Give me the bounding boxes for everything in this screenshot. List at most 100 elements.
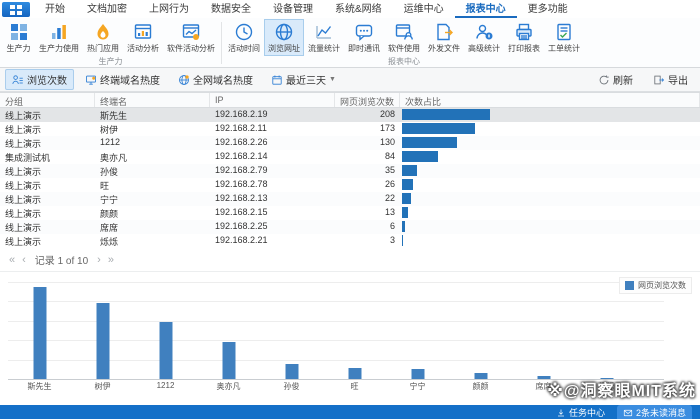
refresh-icon (598, 74, 610, 86)
menu-tab-报表中心[interactable]: 报表中心 (455, 0, 517, 18)
table-row[interactable]: 线上演示宁宁192.168.2.1322 (0, 192, 700, 206)
ribbon-item-label: 工单统计 (548, 43, 580, 54)
percentage-bar (402, 123, 475, 134)
cell-percentage-bar (400, 108, 700, 122)
menu-tab-上网行为[interactable]: 上网行为 (138, 0, 200, 18)
ribbon-item-热门应用[interactable]: 热门应用 (83, 19, 123, 56)
column-header-IP[interactable]: IP (210, 93, 335, 107)
pager-first-button[interactable]: « (7, 254, 17, 266)
ribbon-item-生产力使用[interactable]: 生产力使用 (35, 19, 83, 56)
grid-icon (9, 22, 29, 42)
cell-group: 线上演示 (0, 108, 95, 122)
ribbon-item-label: 高级统计 (468, 43, 500, 54)
chart-x-tick-label: 斯先生 (8, 381, 71, 392)
ribbon-item-即时通讯[interactable]: 即时通讯 (344, 19, 384, 56)
chart-bar (222, 342, 235, 379)
table-row[interactable]: 线上演示旺192.168.2.7826 (0, 178, 700, 192)
cell-name: 席席 (95, 220, 210, 234)
ribbon-item-浏览网址[interactable]: 浏览网址 (264, 19, 304, 56)
menu-tab-更多功能[interactable]: 更多功能 (517, 0, 579, 18)
ribbon-item-流量统计[interactable]: 流量统计 (304, 19, 344, 56)
ribbon-separator (221, 22, 222, 64)
ribbon-item-活动分析[interactable]: 活动分析 (123, 19, 163, 56)
table-row[interactable]: 线上演示斯先生192.168.2.19208 (0, 108, 700, 122)
mail-icon (623, 408, 633, 418)
table-row[interactable]: 线上演示烁烁192.168.2.213 (0, 234, 700, 248)
download-icon (556, 408, 566, 418)
table-row[interactable]: 线上演示颜颜192.168.2.1513 (0, 206, 700, 220)
ribbon-item-生产力[interactable]: 生产力 (2, 19, 35, 56)
unread-messages-button[interactable]: 2条未读消息 (617, 405, 692, 419)
cell-ip: 192.168.2.14 (210, 150, 335, 164)
chart-x-tick-label: 1212 (134, 381, 197, 392)
chart-bar (474, 373, 487, 379)
cell-group: 线上演示 (0, 178, 95, 192)
chat-icon (354, 22, 374, 42)
action-label: 刷新 (613, 72, 633, 87)
cell-group: 线上演示 (0, 192, 95, 206)
table-row[interactable]: 集成测试机奥亦凡192.168.2.1484 (0, 150, 700, 164)
filter-button-最近三天[interactable]: 最近三天▼ (264, 69, 343, 90)
menu-tab-设备管理[interactable]: 设备管理 (262, 0, 324, 18)
cell-percentage-bar (400, 234, 700, 248)
menu-tab-开始[interactable]: 开始 (34, 0, 76, 18)
ribbon-item-打印报表[interactable]: 打印报表 (504, 19, 544, 56)
cell-percentage-bar (400, 206, 700, 220)
ribbon-item-高级统计[interactable]: >高级统计 (464, 19, 504, 56)
cell-percentage-bar (400, 150, 700, 164)
column-header-分组[interactable]: 分组 (0, 93, 95, 107)
filter-button-全网域名热度[interactable]: 全网域名热度 (171, 69, 260, 90)
software-analysis-icon (181, 22, 201, 42)
task-center-button[interactable]: 任务中心 (556, 406, 605, 419)
ribbon-item-活动时间[interactable]: 活动时间 (224, 19, 264, 56)
pager-next-button[interactable]: › (95, 254, 103, 266)
ribbon-item-label: 流量统计 (308, 43, 340, 54)
percentage-bar (402, 207, 408, 218)
cell-ip: 192.168.2.19 (210, 108, 335, 122)
table-row[interactable]: 线上演示1212192.168.2.26130 (0, 136, 700, 150)
table-row[interactable]: 线上演示孙俊192.168.2.7935 (0, 164, 700, 178)
status-item-label: 2条未读消息 (636, 406, 686, 419)
menu-tab-运维中心[interactable]: 运维中心 (393, 0, 455, 18)
refresh-button[interactable]: 刷新 (591, 69, 640, 90)
column-header-终端名[interactable]: 终端名 (95, 93, 210, 107)
cell-ip: 192.168.2.25 (210, 220, 335, 234)
cell-name: 颜颜 (95, 206, 210, 220)
menu-tab-文档加密[interactable]: 文档加密 (76, 0, 138, 18)
export-button[interactable]: 导出 (646, 69, 695, 90)
column-header-次数占比[interactable]: 次数占比 (400, 93, 700, 107)
chart-bar-slot (260, 282, 323, 379)
chart-legend: 网页浏览次数 (619, 277, 692, 294)
cell-count: 84 (335, 150, 400, 164)
cell-count: 35 (335, 164, 400, 178)
legend-label: 网页浏览次数 (638, 280, 686, 291)
ribbon-item-软件活动分析[interactable]: 软件活动分析 (163, 19, 219, 56)
browse-count-table: 分组终端名IP网页浏览次数次数占比 线上演示斯先生192.168.2.19208… (0, 92, 700, 248)
ribbon-item-软件使用[interactable]: 软件使用 (384, 19, 424, 56)
menu-tab-系统&网络[interactable]: 系统&网络 (324, 0, 393, 18)
cell-group: 集成测试机 (0, 150, 95, 164)
percentage-bar (402, 179, 413, 190)
legend-swatch (625, 281, 634, 290)
filter-label: 最近三天 (286, 72, 326, 87)
chart-x-tick-label: 奥亦凡 (197, 381, 260, 392)
app-menu-button[interactable] (2, 2, 30, 17)
chart-bar-slot (386, 282, 449, 379)
cell-ip: 192.168.2.21 (210, 234, 335, 248)
filter-button-终端域名热度[interactable]: 终端域名热度 (78, 69, 167, 90)
filter-button-浏览次数[interactable]: 浏览次数 (5, 69, 74, 90)
table-row[interactable]: 线上演示席席192.168.2.256 (0, 220, 700, 234)
pager-prev-button[interactable]: ‹ (20, 254, 28, 266)
pager-last-button[interactable]: » (106, 254, 116, 266)
ribbon-item-外发文件[interactable]: 外发文件 (424, 19, 464, 56)
ribbon-item-label: 生产力使用 (39, 43, 79, 54)
cell-count: 208 (335, 108, 400, 122)
chart-x-tick-label: 旺 (323, 381, 386, 392)
menu-tab-数据安全[interactable]: 数据安全 (200, 0, 262, 18)
table-row[interactable]: 线上演示树伊192.168.2.11173 (0, 122, 700, 136)
software-usage-icon (394, 22, 414, 42)
ribbon-item-工单统计[interactable]: 工单统计 (544, 19, 584, 56)
ribbon-item-label: 外发文件 (428, 43, 460, 54)
ribbon-item-label: 打印报表 (508, 43, 540, 54)
column-header-网页浏览次数[interactable]: 网页浏览次数 (335, 93, 400, 107)
